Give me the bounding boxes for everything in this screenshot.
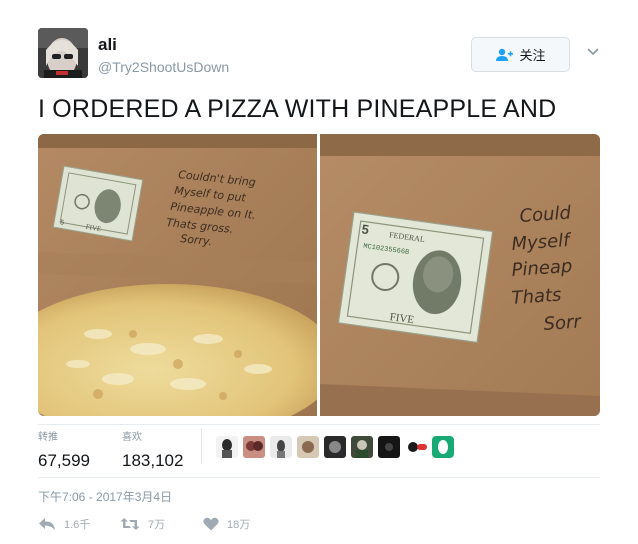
retweet-stat[interactable]: 转推 67,599	[38, 426, 90, 471]
photo-left[interactable]: 5 FIVE Couldn't bring Myself to put Pine…	[38, 134, 317, 416]
follow-button-label: 关注	[519, 48, 546, 63]
tweet-text: I ORDERED A PIZZA WITH PINEAPPLE AND	[38, 95, 557, 123]
photo-right[interactable]: 5 FEDERAL MC10235566B FIVE Could Myself …	[320, 134, 600, 416]
tweet-actions: 1.6千 7万 18万	[38, 516, 338, 538]
avatar-image	[38, 28, 88, 78]
divider	[38, 424, 600, 425]
avatar[interactable]	[38, 28, 88, 78]
svg-text:Sorr: Sorr	[543, 311, 583, 335]
liker-avatar[interactable]	[297, 436, 319, 458]
stats-divider	[201, 428, 202, 464]
liker-avatars	[216, 436, 454, 458]
tweet-stats: 转推 67,599 喜欢 183,102	[38, 426, 600, 470]
liker-avatar[interactable]	[270, 436, 292, 458]
likes-value: 183,102	[122, 451, 184, 470]
like-button[interactable]: 18万	[203, 516, 250, 532]
liker-avatar[interactable]	[432, 436, 454, 458]
tweet-header: ali @Try2ShootUsDown 关注	[38, 28, 604, 80]
retweet-button[interactable]: 7万	[120, 516, 165, 532]
liker-avatar[interactable]	[216, 436, 238, 458]
liker-avatar[interactable]	[378, 436, 400, 458]
heart-icon	[203, 517, 219, 531]
likes-label: 喜欢	[122, 432, 142, 443]
reply-count: 1.6千	[64, 519, 91, 531]
retweet-icon	[120, 518, 140, 530]
retweet-count: 7万	[148, 519, 166, 531]
liker-avatar[interactable]	[405, 436, 427, 458]
retweets-label: 转推	[38, 432, 58, 443]
user-handle[interactable]: @Try2ShootUsDown	[98, 59, 229, 75]
liker-avatar[interactable]	[351, 436, 373, 458]
reply-button[interactable]: 1.6千	[38, 516, 90, 532]
likes-stat[interactable]: 喜欢 183,102	[122, 426, 183, 471]
pizza-box-closeup-photo: 5 FEDERAL MC10235566B FIVE Could Myself …	[320, 134, 600, 416]
tweet-photos: 5 FIVE Couldn't bring Myself to put Pine…	[38, 134, 600, 416]
add-user-icon	[496, 48, 514, 61]
retweets-value: 67,599	[38, 451, 90, 470]
follow-button[interactable]: 关注	[471, 37, 570, 72]
chevron-down-icon[interactable]	[586, 44, 600, 58]
like-count: 18万	[227, 519, 251, 531]
reply-icon	[39, 518, 55, 530]
divider	[38, 477, 600, 478]
svg-text:Thats: Thats	[511, 285, 562, 309]
liker-avatar[interactable]	[324, 436, 346, 458]
svg-text:Could: Could	[519, 202, 572, 227]
liker-avatar[interactable]	[243, 436, 265, 458]
svg-text:Pineap: Pineap	[511, 256, 573, 281]
tweet-timestamp[interactable]: 下午7:06 - 2017年3月4日	[38, 488, 172, 505]
svg-text:Myself: Myself	[511, 230, 573, 255]
display-name[interactable]: ali	[98, 35, 117, 55]
pizza-box-photo: 5 FIVE Couldn't bring Myself to put Pine…	[38, 134, 317, 416]
